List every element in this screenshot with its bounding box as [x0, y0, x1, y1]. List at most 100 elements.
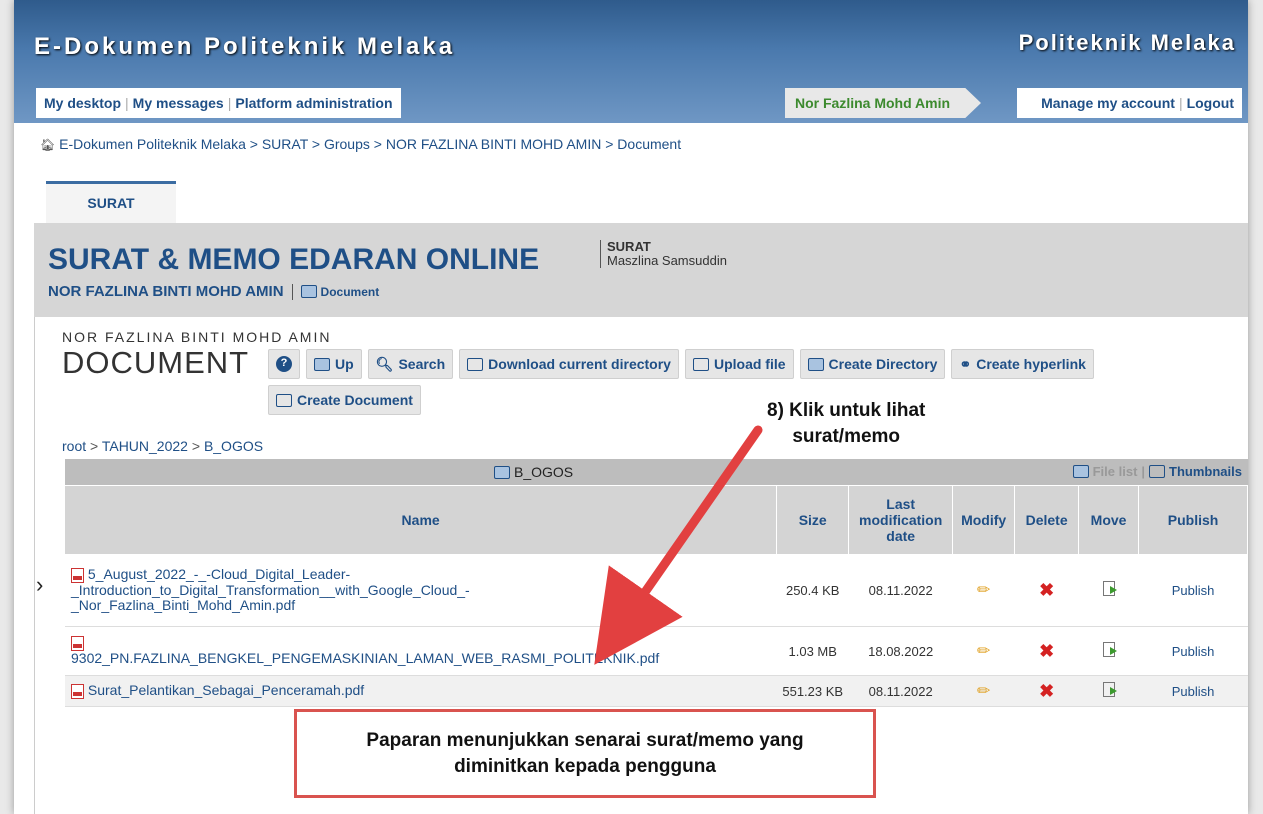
create-directory-button[interactable]: Create Directory — [799, 349, 946, 379]
file-name-line[interactable]: _Introduction_to_Digital_Transformation_… — [71, 582, 470, 598]
modify-cell: ✏ — [952, 675, 1015, 707]
group-title[interactable]: SURAT & MEMO EDARAN ONLINE — [48, 243, 539, 277]
file-name-line[interactable]: 5_August_2022_-_-Cloud_Digital_Leader- — [88, 566, 350, 582]
modify-cell: ✏ — [952, 554, 1015, 627]
breadcrumb-item[interactable]: SURAT — [262, 136, 308, 152]
home-icon[interactable]: 🏠︎ — [40, 138, 55, 152]
publish-link[interactable]: Publish — [1172, 684, 1215, 699]
nav-right: Manage my account | Logout — [1017, 88, 1242, 118]
file-list-icon — [1072, 465, 1089, 478]
delete-cell: ✖ — [1014, 554, 1079, 627]
path-separator: > — [191, 438, 201, 454]
publish-link[interactable]: Publish — [1172, 583, 1215, 598]
breadcrumb-item[interactable]: Document — [617, 136, 681, 152]
up-button[interactable]: Up — [306, 349, 362, 379]
delete-icon[interactable]: ✖ — [1039, 641, 1054, 661]
file-name-link[interactable]: 9302_PN.FAZLINA_BENGKEL_PENGEMASKINIAN_L… — [71, 650, 659, 666]
file-name-link[interactable]: Surat_Pelantikan_Sebagai_Penceramah.pdf — [88, 682, 364, 698]
publish-cell: Publish — [1138, 626, 1248, 676]
file-size: 1.03 MB — [776, 626, 849, 676]
document-owner: NOR FAZLINA BINTI MOHD AMIN — [62, 329, 332, 345]
tab-surat[interactable]: SURAT — [46, 181, 176, 223]
path-root[interactable]: root — [62, 438, 86, 454]
pencil-icon[interactable]: ✏ — [977, 683, 990, 700]
thumbnails-link[interactable]: Thumbnails — [1169, 464, 1242, 479]
directory-title-bar — [65, 459, 1248, 485]
site-title[interactable]: E-Dokumen Politeknik Melaka — [34, 33, 455, 61]
group-subtitle-row: NOR FAZLINA BINTI MOHD AMIN Document — [48, 283, 379, 300]
thumbnails-icon — [1149, 465, 1166, 478]
column-header-date[interactable]: Last modification date — [848, 486, 954, 554]
move-icon[interactable] — [1102, 581, 1117, 596]
save-icon — [467, 357, 484, 371]
pdf-icon — [71, 636, 84, 652]
tool-title: DOCUMENT — [62, 345, 250, 380]
file-name-cell[interactable]: 9302_PN.FAZLINA_BENGKEL_PENGEMASKINIAN_L… — [65, 626, 777, 676]
nav-my-desktop[interactable]: My desktop — [40, 95, 125, 111]
move-cell — [1078, 554, 1139, 627]
breadcrumb-item[interactable]: NOR FAZLINA BINTI MOHD AMIN — [386, 136, 601, 152]
path-item[interactable]: B_OGOS — [204, 438, 263, 454]
nav-platform-admin[interactable]: Platform administration — [231, 95, 396, 111]
help-icon: ? — [276, 356, 292, 372]
course-teacher: Maszlina Samsuddin — [607, 253, 727, 268]
create-doc-label: Create Document — [297, 392, 413, 408]
move-icon[interactable] — [1102, 682, 1117, 697]
institution-title[interactable]: Politeknik Melaka — [1019, 30, 1236, 56]
column-header-publish: Publish — [1138, 486, 1248, 554]
delete-cell: ✖ — [1014, 675, 1079, 707]
file-size: 250.4 KB — [776, 554, 849, 627]
delete-icon[interactable]: ✖ — [1039, 580, 1054, 600]
publish-cell: Publish — [1138, 675, 1248, 707]
create-document-button[interactable]: Create Document — [268, 385, 421, 415]
move-icon[interactable] — [1102, 642, 1117, 657]
caption-line: diminitkan kepada pengguna — [454, 755, 716, 777]
breadcrumb-item[interactable]: Groups — [324, 136, 370, 152]
divider — [291, 283, 293, 300]
move-cell — [1078, 675, 1139, 707]
files-table: Name Size Last modification date Modify … — [65, 486, 1248, 707]
file-name-cell[interactable]: Surat_Pelantikan_Sebagai_Penceramah.pdf — [65, 675, 777, 707]
table-header-row: Name Size Last modification date Modify … — [65, 486, 1248, 554]
file-name-cell[interactable]: 5_August_2022_-_-Cloud_Digital_Leader- _… — [65, 554, 777, 627]
file-size: 551.23 KB — [776, 675, 849, 707]
top-navbar: My desktop | My messages | Platform admini… — [14, 88, 1248, 118]
breadcrumb: 🏠︎ E-Dokumen Politeknik Melaka > SURAT >… — [40, 136, 682, 152]
breadcrumb-item[interactable]: E-Dokumen Politeknik Melaka — [59, 136, 246, 152]
pencil-icon[interactable]: ✏ — [977, 582, 990, 599]
group-subtitle[interactable]: NOR FAZLINA BINTI MOHD AMIN — [48, 283, 284, 300]
publish-link[interactable]: Publish — [1172, 644, 1215, 659]
path-separator: > — [90, 438, 99, 454]
publish-cell: Publish — [1138, 554, 1248, 627]
course-meta: SURAT Maszlina Samsuddin — [600, 240, 727, 268]
column-header-size[interactable]: Size — [776, 486, 850, 554]
upload-file-button[interactable]: Upload file — [684, 349, 794, 379]
file-name-line[interactable]: _Nor_Fazlina_Binti_Mohd_Amin.pdf — [71, 597, 295, 613]
help-button[interactable]: ? — [268, 349, 300, 379]
current-user-tab[interactable]: Nor Fazlina Mohd Amin — [785, 88, 981, 118]
nav-left: My desktop | My messages | Platform admini… — [36, 88, 401, 118]
create-hyperlink-button[interactable]: ⚭ Create hyperlink — [951, 349, 1094, 379]
file-date: 08.11.2022 — [848, 554, 953, 627]
path-item[interactable]: TAHUN_2022 — [102, 438, 188, 454]
step-annotation-line: surat/memo — [792, 426, 901, 447]
caption-line: Paparan menunjukkan senarai surat/memo y… — [366, 729, 804, 751]
download-label: Download current directory — [488, 356, 671, 372]
browser-page: E-Dokumen Politeknik Melaka Politeknik M… — [14, 0, 1248, 814]
row-pointer-icon: › — [36, 572, 44, 597]
delete-icon[interactable]: ✖ — [1039, 681, 1054, 701]
file-list-link[interactable]: File list — [1093, 464, 1138, 479]
document-tool-link[interactable]: Document — [300, 285, 379, 299]
current-directory: B_OGOS — [494, 464, 573, 480]
download-directory-button[interactable]: Download current directory — [459, 349, 679, 379]
nav-my-messages[interactable]: My messages — [129, 95, 228, 111]
logout-link[interactable]: Logout — [1183, 95, 1238, 111]
manage-account-link[interactable]: Manage my account — [1037, 95, 1179, 111]
search-button[interactable]: 🔍︎ Search — [367, 349, 454, 379]
column-header-name[interactable]: Name — [65, 486, 778, 554]
site-header: E-Dokumen Politeknik Melaka Politeknik M… — [14, 0, 1248, 123]
document-icon — [276, 393, 292, 407]
pencil-icon[interactable]: ✏ — [977, 643, 990, 660]
create-dir-label: Create Directory — [828, 356, 938, 372]
column-header-modify: Modify — [952, 486, 1016, 554]
